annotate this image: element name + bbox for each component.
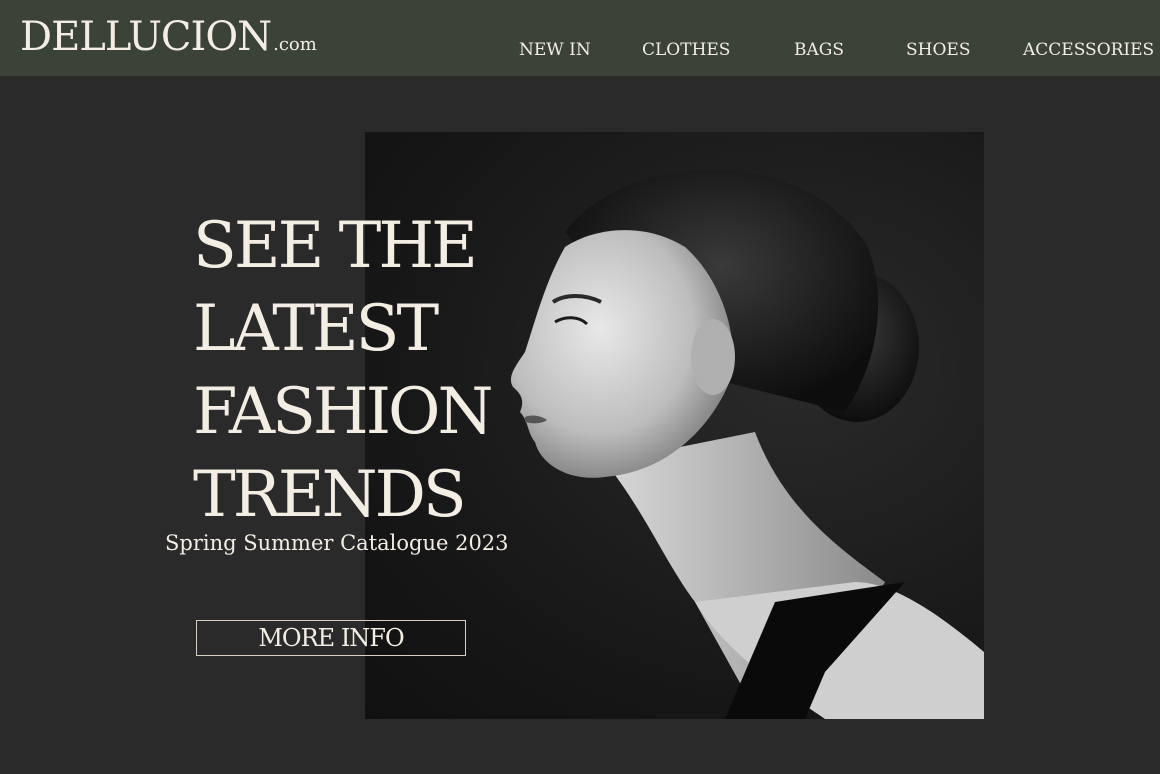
nav-item-new-in[interactable]: NEW IN — [519, 40, 591, 60]
headline-line-3: FASHION — [193, 375, 493, 449]
headline-line-1: SEE THE — [193, 209, 478, 283]
headline-line-4: TRENDS — [193, 458, 467, 532]
nav-item-clothes[interactable]: CLOTHES — [642, 40, 730, 60]
nav-item-shoes[interactable]: SHOES — [906, 40, 970, 60]
hero-subtitle: Spring Summer Catalogue 2023 — [165, 531, 509, 555]
headline-line-2: LATEST — [193, 292, 439, 366]
site-header: DELLUCION .com NEW IN CLOTHES BAGS SHOES … — [0, 0, 1160, 76]
nav-item-bags[interactable]: BAGS — [794, 40, 844, 60]
hero-headline: SEE THE LATEST FASHION TRENDS — [193, 205, 493, 537]
nav-item-accessories[interactable]: ACCESSORIES — [1023, 40, 1154, 60]
main-nav: NEW IN CLOTHES BAGS SHOES ACCESSORIES — [0, 40, 1160, 64]
more-info-button[interactable]: MORE INFO — [196, 620, 466, 656]
